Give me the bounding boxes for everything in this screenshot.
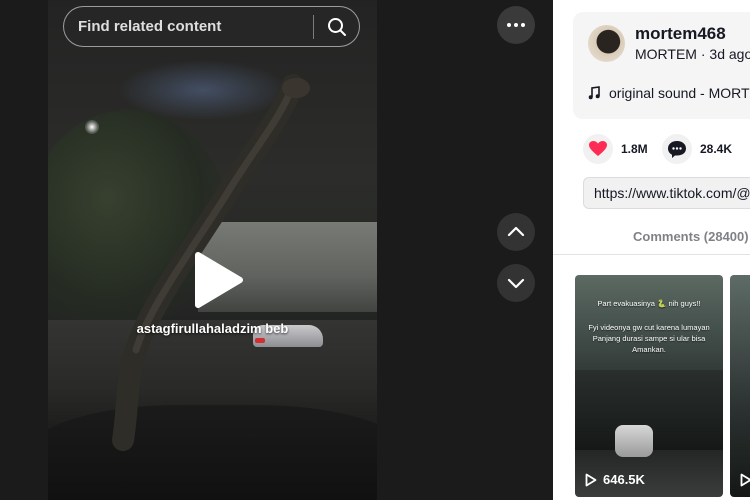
like-button[interactable]: 1.8M [583, 134, 648, 164]
thumbnail-side-mirror [615, 425, 653, 457]
author-username[interactable]: mortem468 [635, 24, 726, 44]
video-player-area: Find related content astagfirullahaladzi… [0, 0, 553, 500]
comment-button[interactable]: 28.4K [662, 134, 732, 164]
related-video-thumbnail[interactable] [730, 275, 750, 497]
search-input[interactable]: Find related content [64, 18, 313, 35]
comment-count: 28.4K [700, 142, 733, 156]
meta-separator: · [696, 46, 710, 62]
tab-comments[interactable]: Comments (28400) [633, 229, 749, 244]
tiktok-video-page: Find related content astagfirullahaladzi… [0, 0, 750, 500]
view-count [740, 473, 750, 487]
video-caption: astagfirullahaladzim beb [136, 321, 289, 336]
more-options-button[interactable] [497, 6, 535, 44]
view-count-value: 646.5K [603, 472, 645, 487]
chevron-down-icon [507, 278, 525, 289]
post-date: 3d ago [709, 46, 750, 62]
like-count: 1.8M [621, 142, 648, 156]
sound-link[interactable]: original sound - MORTEM [588, 85, 750, 101]
related-video-thumbnail[interactable]: Part evakuasinya 🐍 nih guys!! Fyi videon… [575, 275, 723, 497]
next-video-button[interactable] [497, 264, 535, 302]
search-icon[interactable] [314, 6, 359, 47]
share-link-field[interactable]: https://www.tiktok.com/@mortem468 [583, 177, 750, 209]
play-outline-icon [585, 473, 597, 486]
more-horizontal-icon [507, 23, 511, 27]
comment-icon [662, 134, 692, 164]
author-nickname: MORTEM [635, 46, 697, 62]
music-note-icon [588, 86, 600, 100]
thumbnail-text-1: Part evakuasinya 🐍 nih guys!! [597, 299, 701, 308]
sound-name: original sound - MORTEM [609, 85, 750, 101]
tab-divider [553, 254, 750, 255]
play-icon[interactable] [190, 250, 245, 310]
avatar[interactable] [588, 25, 625, 62]
search-bar[interactable]: Find related content [63, 6, 360, 47]
chevron-up-icon [507, 226, 525, 237]
view-count: 646.5K [585, 472, 645, 487]
previous-video-button[interactable] [497, 213, 535, 251]
thumbnail-text-2: Fyi videonya gw cut karena lumayan Panja… [588, 323, 710, 354]
heart-icon [583, 134, 613, 164]
play-outline-icon [740, 473, 750, 487]
author-nickname-row: MORTEM · 3d ago [635, 46, 750, 62]
